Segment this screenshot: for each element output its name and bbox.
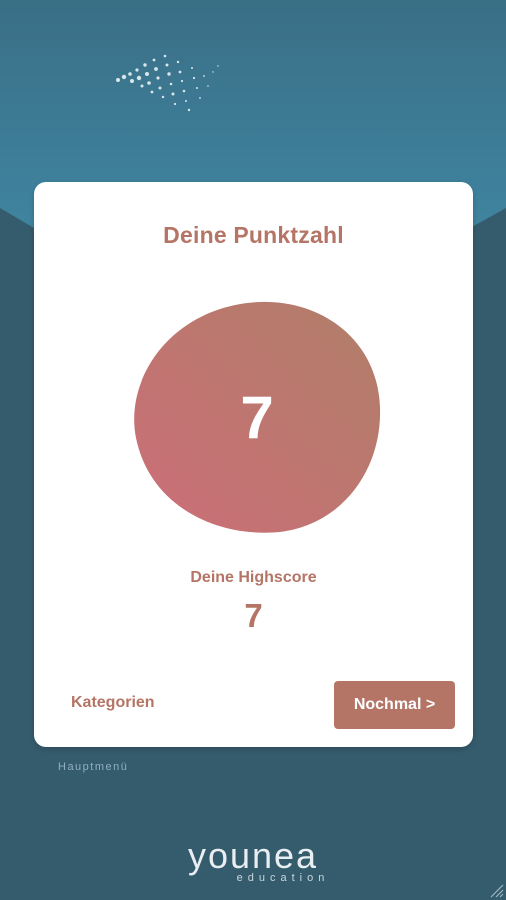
logo-subtitle: education [236, 872, 330, 884]
main-menu-link[interactable]: Hauptmenü [58, 761, 128, 773]
resize-grip-icon[interactable] [488, 882, 504, 898]
score-card: Deine Punktzahl 7 Deine Highscore 7 Kate… [34, 182, 473, 747]
younea-logo: younea education [0, 835, 506, 885]
card-title: Deine Punktzahl [163, 222, 344, 248]
highscore-value: 7 [244, 597, 263, 634]
logo-wordmark: younea [187, 835, 319, 876]
categories-link[interactable]: Kategorien [71, 694, 155, 712]
highscore-label: Deine Highscore [190, 569, 317, 586]
particles-icon [116, 54, 219, 112]
score-value: 7 [240, 383, 274, 451]
again-button[interactable]: Nochmal > [334, 681, 455, 729]
